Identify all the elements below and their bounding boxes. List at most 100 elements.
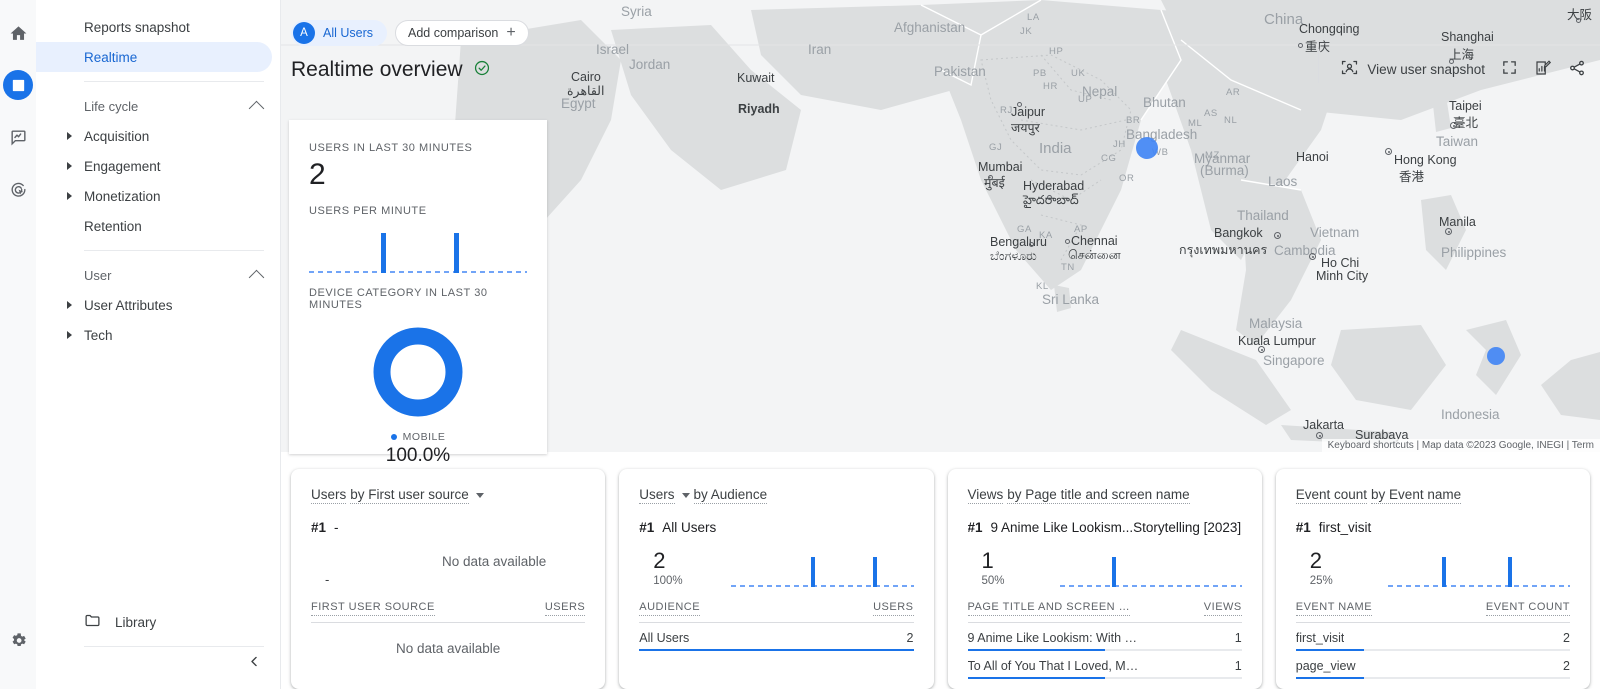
card-metric-label: Users xyxy=(639,487,675,504)
page-title: Realtime overview xyxy=(291,58,463,81)
card-metric-row: 1 50% xyxy=(968,541,1242,587)
sidebar-item-reports-snapshot[interactable]: Reports snapshot xyxy=(36,12,272,42)
map-city-marker xyxy=(1017,102,1022,107)
card-metric-numbers: 1 50% xyxy=(968,550,1060,588)
rank-value: first_visit xyxy=(1318,520,1372,535)
rail-explore-button[interactable] xyxy=(3,122,33,152)
card-metric-percent: 100% xyxy=(653,575,683,587)
realtime-user-location-dot[interactable] xyxy=(1136,137,1158,159)
sidebar-item-tech[interactable]: Tech xyxy=(36,320,280,350)
chevron-right-icon xyxy=(67,331,72,339)
chevron-up-icon xyxy=(248,100,265,116)
sparkline-baseline xyxy=(731,585,914,587)
sparkline-bar xyxy=(873,557,878,587)
row-progress-track xyxy=(967,649,1242,651)
row-value: 1 xyxy=(1234,631,1242,645)
card-column-headers: EVENT NAME EVENT COUNT xyxy=(1295,601,1570,616)
sidebar-item-engagement[interactable]: Engagement xyxy=(36,151,280,181)
realtime-user-location-dot[interactable] xyxy=(1487,347,1505,365)
device-category-donut-chart[interactable]: MOBILE 100.0% xyxy=(309,323,527,467)
row-label: 9 Anime Like Lookism: With … xyxy=(967,631,1138,645)
rank-number: #1 xyxy=(311,520,327,535)
realtime-cards-row: Users by First user source #1 - - No dat… xyxy=(281,452,1600,689)
card-title[interactable]: Users by Audience xyxy=(639,487,913,504)
sidebar-item-realtime[interactable]: Realtime xyxy=(36,42,272,72)
legend-color-swatch xyxy=(390,434,397,440)
sidebar-divider xyxy=(84,250,264,251)
realtime-summary-card: USERS IN LAST 30 MINUTES 2 USERS PER MIN… xyxy=(289,120,547,466)
column-header-left: AUDIENCE xyxy=(639,601,701,616)
card-metric-row: 2 100% xyxy=(639,541,914,587)
card-title[interactable]: Event count by Event name xyxy=(1295,487,1570,504)
card-title[interactable]: Views by Page title and screen name xyxy=(967,487,1242,504)
map-capital-marker xyxy=(1385,148,1392,155)
sidebar-group-life-cycle[interactable]: Life cycle xyxy=(36,91,280,121)
add-comparison-button[interactable]: Add comparison + xyxy=(395,20,529,46)
sparkline-bar xyxy=(811,557,816,587)
fullscreen-button[interactable] xyxy=(1501,59,1518,79)
card-metric-percent: 25% xyxy=(1309,575,1333,587)
table-row[interactable]: page_view 2 xyxy=(1296,651,1570,677)
table-row[interactable]: first_visit 2 xyxy=(1296,623,1570,649)
card-sparkline[interactable] xyxy=(1387,547,1570,587)
card-sparkline[interactable] xyxy=(731,547,914,587)
sidebar-group-label: User xyxy=(84,267,112,283)
sparkline-bar xyxy=(1508,557,1513,587)
card-title[interactable]: Users by First user source xyxy=(311,487,585,504)
chevron-right-icon xyxy=(67,132,72,140)
segment-chip-all-users[interactable]: A All Users xyxy=(291,20,388,46)
sparkline-baseline xyxy=(309,271,527,273)
sidebar-item-retention[interactable]: Retention xyxy=(36,211,280,241)
avatar: A xyxy=(293,22,315,44)
chevron-down-icon[interactable] xyxy=(681,493,690,498)
column-header-right: USERS xyxy=(873,601,914,616)
rank-value: 9 Anime Like Lookism...Storytelling [202… xyxy=(990,520,1242,535)
card-top-row: #1 first_visit xyxy=(1296,520,1570,535)
users-per-minute-sparkline[interactable] xyxy=(309,227,527,273)
sidebar-item-user-attributes[interactable]: User Attributes xyxy=(36,290,280,320)
card-metric-value: 2 xyxy=(653,548,666,573)
rail-advertising-button[interactable] xyxy=(3,174,33,204)
share-icon xyxy=(1568,59,1586,80)
column-header-left: EVENT NAME xyxy=(1295,601,1373,616)
card-metric-value: - xyxy=(325,572,330,587)
card-top-row: #1 - xyxy=(311,520,585,535)
row-progress-track xyxy=(1295,649,1570,651)
sidebar-item-label: Library xyxy=(115,614,157,630)
table-row[interactable]: To All of You That I Loved, M… 1 xyxy=(968,651,1242,677)
insights-button[interactable] xyxy=(1534,59,1552,80)
view-user-snapshot-label: View user snapshot xyxy=(1367,61,1485,77)
table-row[interactable]: 9 Anime Like Lookism: With … 1 xyxy=(968,623,1242,649)
sidebar-item-library[interactable]: Library xyxy=(36,607,280,637)
table-row[interactable]: All Users 2 xyxy=(639,623,913,649)
chevron-right-icon xyxy=(67,162,72,170)
sidebar-collapse-button[interactable] xyxy=(242,651,266,675)
users-per-minute-caption: USERS PER MINUTE xyxy=(309,205,427,217)
card-column-headers: AUDIENCE USERS xyxy=(639,601,914,616)
rail-settings-button[interactable] xyxy=(3,625,33,655)
card-sparkline[interactable] xyxy=(1059,547,1242,587)
row-value: 1 xyxy=(1234,659,1242,673)
rank-number: #1 xyxy=(639,520,655,535)
card-dimension-label: by First user source xyxy=(350,487,469,504)
sidebar-group-label: Life cycle xyxy=(84,98,139,114)
row-progress-track xyxy=(967,677,1242,679)
sidebar-group-user[interactable]: User xyxy=(36,260,280,290)
rail-reports-button[interactable] xyxy=(3,70,33,100)
row-label: All Users xyxy=(639,631,690,645)
donut-legend: MOBILE xyxy=(390,431,446,443)
chevron-down-icon[interactable] xyxy=(475,493,484,498)
sidebar-item-acquisition[interactable]: Acquisition xyxy=(36,121,280,151)
view-user-snapshot-button[interactable]: View user snapshot xyxy=(1340,58,1485,80)
report-header: A All Users Add comparison + Realtime ov… xyxy=(281,0,1600,102)
sparkline-baseline xyxy=(1387,585,1570,587)
chevron-right-icon xyxy=(67,301,72,309)
sidebar-divider xyxy=(84,81,264,82)
sidebar-item-label: Reports snapshot xyxy=(84,19,190,35)
sidebar-item-monetization[interactable]: Monetization xyxy=(36,181,280,211)
device-category-caption: DEVICE CATEGORY IN LAST 30 MINUTES xyxy=(309,287,488,311)
share-button[interactable] xyxy=(1568,59,1586,80)
chevron-up-icon xyxy=(248,269,265,285)
rail-home-button[interactable] xyxy=(3,18,33,48)
sidebar-item-label: Acquisition xyxy=(84,128,150,144)
